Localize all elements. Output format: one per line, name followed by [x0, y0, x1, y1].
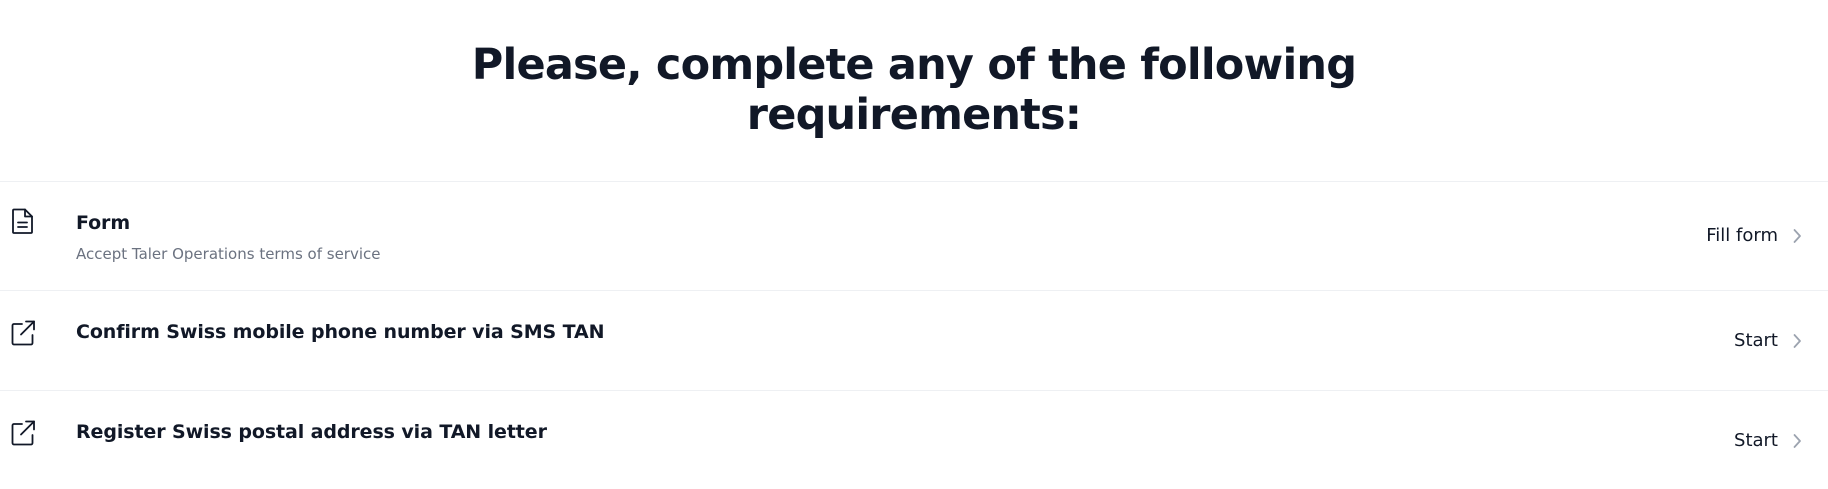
start-label: Start — [1734, 430, 1778, 451]
external-link-icon — [10, 419, 36, 447]
page-title-line-1: Please, complete any of the following — [471, 40, 1357, 90]
requirement-title: Register Swiss postal address via TAN le… — [76, 421, 547, 443]
requirement-title: Confirm Swiss mobile phone number via SM… — [76, 321, 605, 343]
requirement-row-sms-tan[interactable]: Confirm Swiss mobile phone number via SM… — [0, 291, 1828, 391]
fill-form-label: Fill form — [1706, 225, 1778, 246]
start-sms-tan-button[interactable]: Start — [1734, 329, 1802, 353]
chevron-right-icon — [1792, 228, 1802, 244]
external-link-icon — [10, 319, 36, 347]
page-title: Please, complete any of the following re… — [0, 40, 1828, 140]
chevron-right-icon — [1792, 333, 1802, 349]
requirements-page: Please, complete any of the following re… — [0, 0, 1828, 489]
requirement-description: Accept Taler Operations terms of service — [76, 245, 381, 263]
requirement-title: Form — [76, 212, 131, 234]
start-postal-tan-button[interactable]: Start — [1734, 429, 1802, 453]
requirement-row-form[interactable]: Form Accept Taler Operations terms of se… — [0, 182, 1828, 291]
requirement-row-postal-tan[interactable]: Register Swiss postal address via TAN le… — [0, 391, 1828, 489]
document-icon — [10, 207, 36, 235]
page-title-line-2: requirements: — [746, 90, 1082, 140]
chevron-right-icon — [1792, 433, 1802, 449]
fill-form-button[interactable]: Fill form — [1706, 224, 1802, 248]
start-label: Start — [1734, 330, 1778, 351]
requirements-list: Form Accept Taler Operations terms of se… — [0, 181, 1828, 489]
